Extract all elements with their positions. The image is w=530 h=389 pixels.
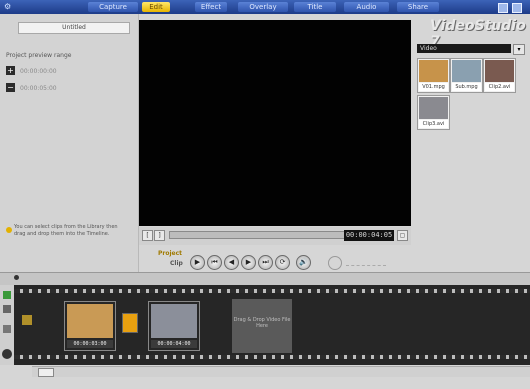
timeline-clip[interactable]: 00:00:04:00: [148, 301, 200, 351]
step-overlay[interactable]: Overlay: [238, 2, 288, 12]
mark-in-icon[interactable]: [: [142, 230, 153, 241]
preview-window: [139, 20, 411, 226]
thumb-image: [419, 60, 448, 82]
clip-duration: 00:00:03:00: [67, 340, 113, 348]
app-logo: VideoStudio 7: [430, 18, 526, 50]
scrub-slider[interactable]: [169, 231, 346, 239]
library-thumb[interactable]: Clip3.avi: [417, 95, 450, 130]
thumb-caption: V01.mpg: [419, 83, 448, 91]
next-frame-icon[interactable]: ▶: [241, 255, 256, 270]
divider: [346, 259, 386, 266]
hint-text: You can select clips from the Library th…: [14, 224, 118, 237]
step-audio[interactable]: Audio: [344, 2, 389, 12]
fullscreen-icon[interactable]: ▢: [397, 230, 408, 241]
info-icon: [6, 227, 12, 233]
timeline-side-tools: [0, 285, 14, 365]
gear-icon[interactable]: ⚙: [4, 2, 22, 12]
options-panel: Untitled Project preview range + 00:00:0…: [0, 14, 139, 272]
thumb-image: [485, 60, 514, 82]
zoom-icon[interactable]: [2, 349, 12, 359]
storyboard-icon[interactable]: [3, 291, 11, 299]
minimize-icon[interactable]: [498, 3, 508, 13]
timeline-scrollbar[interactable]: [32, 366, 530, 377]
step-edit[interactable]: Edit: [142, 2, 170, 12]
drop-zone[interactable]: Drag & Drop Video File Here: [232, 299, 292, 353]
step-bar: ⚙ Capture Edit Effect Overlay Title Audi…: [0, 0, 530, 14]
library-thumb[interactable]: Clip2.avi: [483, 58, 516, 93]
clip-duration: 00:00:04:00: [151, 340, 197, 348]
options-tab[interactable]: Untitled: [18, 22, 130, 34]
step-title[interactable]: Title: [294, 2, 336, 12]
prev-frame-icon[interactable]: ◀: [224, 255, 239, 270]
clip-image: [151, 304, 197, 338]
end-icon[interactable]: ⏭: [258, 255, 273, 270]
track-icon: [22, 315, 32, 325]
project-mode-label[interactable]: Project: [158, 250, 182, 257]
drop-zone-text: Drag & Drop Video File Here: [233, 317, 291, 329]
thumb-caption: Clip3.avi: [419, 120, 448, 128]
timeline-toolbar: [0, 272, 530, 285]
scroll-thumb[interactable]: [38, 368, 54, 377]
play-icon[interactable]: ▶: [190, 255, 205, 270]
film-perforation: [14, 289, 530, 293]
library-thumb[interactable]: V01.mpg: [417, 58, 450, 93]
mark-out-icon[interactable]: ]: [154, 230, 165, 241]
step-capture[interactable]: Capture: [88, 2, 138, 12]
timeline-clip[interactable]: 00:00:03:00: [64, 301, 116, 351]
plus-icon[interactable]: +: [6, 66, 15, 75]
timeline-view-icon[interactable]: [3, 305, 11, 313]
transition-icon[interactable]: [122, 313, 138, 333]
home-icon[interactable]: ⏮: [207, 255, 222, 270]
thumb-caption: Clip2.avi: [485, 83, 514, 91]
range-option-2[interactable]: 00:00:05:00: [20, 85, 57, 92]
folder-browse-icon[interactable]: ▾: [513, 44, 525, 55]
scrub-bar: [ ] 00:00:04:05 ▢: [139, 227, 411, 245]
clip-image: [67, 304, 113, 338]
thumb-caption: Sub.mpg: [452, 83, 481, 91]
undo-icon[interactable]: [328, 256, 342, 270]
thumb-image: [452, 60, 481, 82]
audio-view-icon[interactable]: [3, 325, 11, 333]
preview-range-label: Project preview range: [6, 52, 72, 59]
minus-icon[interactable]: −: [6, 83, 15, 92]
repeat-icon[interactable]: ⟳: [275, 255, 290, 270]
library-thumb[interactable]: Sub.mpg: [450, 58, 483, 93]
timecode-display[interactable]: 00:00:04:05: [344, 230, 394, 241]
film-perforation: [14, 355, 530, 359]
step-share[interactable]: Share: [397, 2, 439, 12]
clip-mode-label[interactable]: Clip: [170, 260, 183, 267]
close-icon[interactable]: [512, 3, 522, 13]
library-folder-select[interactable]: Video: [417, 44, 511, 53]
range-option-1[interactable]: 00:00:00:00: [20, 68, 57, 75]
timeline-strip: 00:00:03:00 00:00:04:00 Drag & Drop Vide…: [14, 285, 530, 365]
step-effect[interactable]: Effect: [195, 2, 227, 12]
volume-icon[interactable]: 🔊: [296, 255, 311, 270]
marker-icon[interactable]: [14, 275, 19, 280]
thumb-image: [419, 97, 448, 119]
